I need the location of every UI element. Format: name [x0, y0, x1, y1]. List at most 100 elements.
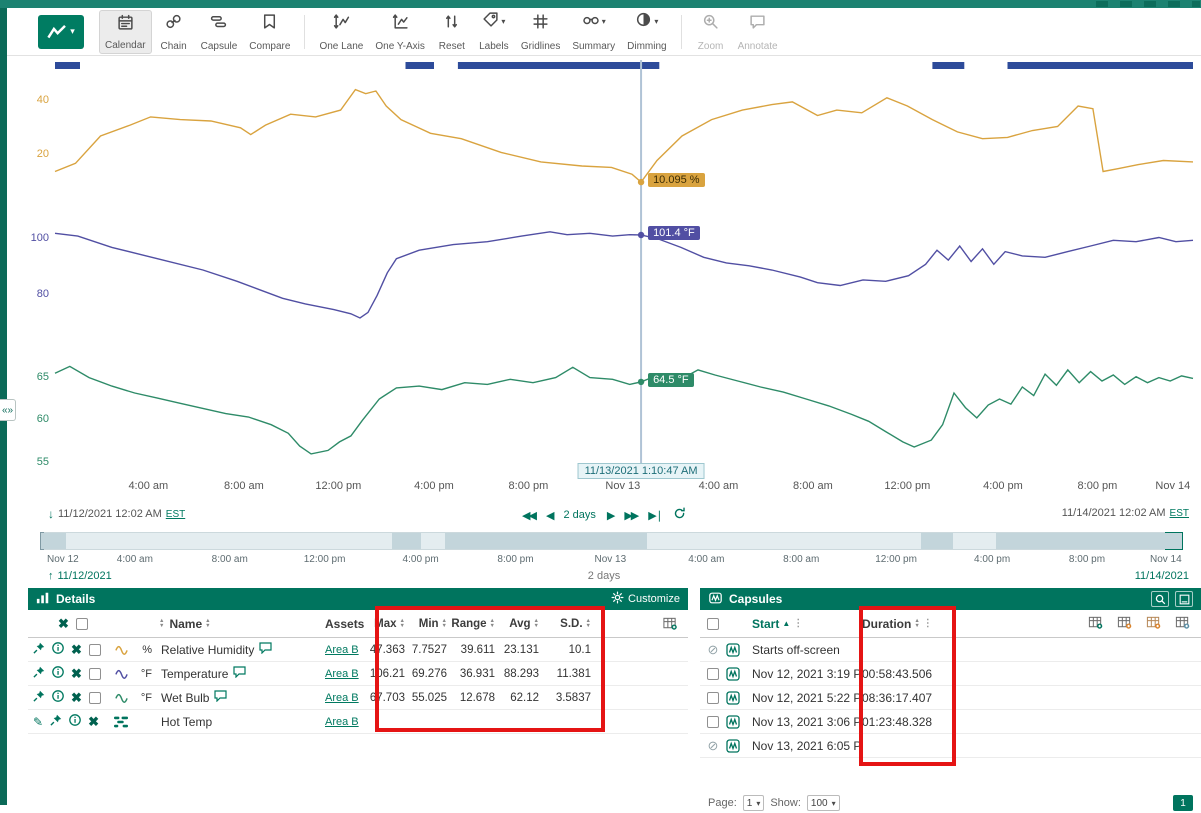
capsule-row[interactable]: Nov 13, 2021 3:06 PM 01:23:48.328 — [700, 710, 1201, 734]
column-header-start[interactable]: Start▲⋮ — [752, 617, 862, 631]
page-number-button[interactable]: 1 — [1173, 795, 1193, 811]
column-header-max[interactable]: Max▲▼ — [368, 618, 410, 630]
gridlines-icon — [532, 13, 549, 31]
sidebar-collapse-handle[interactable]: «» — [0, 399, 16, 421]
toolbar-button-capsule[interactable]: Capsule — [196, 10, 243, 54]
add-stat-column-button[interactable] — [1116, 615, 1133, 633]
column-header-assets[interactable]: Assets▲▼ — [325, 617, 368, 631]
toolbar-button-one-lane[interactable]: One Lane — [314, 10, 368, 54]
step-back-full-button[interactable]: ◀◀ — [522, 509, 535, 522]
comment-icon[interactable] — [259, 642, 272, 657]
step-forward-button[interactable]: ▶ — [607, 509, 613, 522]
row-checkbox[interactable] — [707, 716, 719, 728]
column-header-duration[interactable]: Duration▲▼⋮ — [862, 617, 966, 631]
capsule-row[interactable]: ⊘ Nov 13, 2021 6:05 PM — [700, 734, 1201, 758]
column-header-avg[interactable]: Avg▲▼ — [500, 618, 544, 630]
sort-icon[interactable]: ▲▼ — [159, 619, 164, 629]
remove-icon[interactable]: ✖ — [71, 692, 82, 704]
stat-sd: 3.5837 — [544, 692, 596, 704]
row-checkbox[interactable] — [89, 692, 101, 704]
step-back-button[interactable]: ◀ — [546, 509, 552, 522]
column-header-range[interactable]: Range▲▼ — [452, 618, 500, 630]
row-checkbox[interactable] — [89, 668, 101, 680]
capsules-panel: Capsules Start▲⋮ Duration▲▼⋮ ⊘ Starts of… — [700, 588, 1201, 805]
capsule-row[interactable]: Nov 12, 2021 5:22 PM 08:36:17.407 — [700, 686, 1201, 710]
remove-icon[interactable]: ✖ — [71, 668, 82, 680]
signal-name[interactable]: Temperature — [161, 667, 228, 681]
pin-icon[interactable] — [33, 666, 45, 681]
asset-link[interactable]: Area B — [325, 668, 359, 680]
details-row-temperature[interactable]: ✖ °F Temperature Area B 106.21 69.276 36… — [28, 662, 688, 686]
column-header-min[interactable]: Min▲▼ — [410, 618, 452, 630]
go-to-now-button[interactable]: ▶❘ — [648, 509, 662, 522]
toolbar-button-compare[interactable]: Compare — [244, 10, 295, 54]
capsule-row[interactable]: Nov 12, 2021 3:19 PM 00:58:43.506 — [700, 662, 1201, 686]
glasses-icon — [582, 11, 600, 33]
remove-icon[interactable]: ✖ — [88, 716, 99, 728]
info-icon[interactable] — [69, 714, 81, 729]
info-icon[interactable] — [52, 690, 64, 705]
search-button[interactable] — [1151, 591, 1169, 607]
toolbar-button-calendar[interactable]: Calendar — [99, 10, 152, 54]
range-duration-label[interactable]: 2 days — [563, 509, 595, 521]
refresh-button[interactable] — [673, 507, 686, 523]
x-tick-label: 4:00 am — [699, 480, 739, 492]
page-select[interactable]: 1▾ — [743, 795, 765, 811]
select-all-checkbox[interactable] — [76, 618, 88, 630]
asset-link[interactable]: Area B — [325, 716, 359, 728]
trend-chart[interactable]: 402010080656055 4:00 am8:00 am12:00 pm4:… — [7, 56, 1201, 504]
page-size-select[interactable]: 100▾ — [807, 795, 840, 811]
add-column-button[interactable] — [662, 616, 688, 631]
worksheet-view-menu-button[interactable]: ▾ — [38, 15, 84, 49]
info-icon[interactable] — [52, 642, 64, 657]
range-end-text: 11/14/2021 12:02 AM — [1062, 507, 1166, 519]
column-menu-icon[interactable]: ⋮ — [923, 618, 933, 629]
select-all-checkbox[interactable] — [707, 618, 719, 630]
row-checkbox[interactable] — [707, 668, 719, 680]
stat-sd: 10.1 — [544, 644, 596, 656]
customize-button[interactable]: Customize — [611, 591, 680, 607]
remove-icon[interactable]: ✖ — [71, 644, 82, 656]
sort-icon[interactable]: ▲▼ — [205, 619, 210, 629]
toolbar-button-reset[interactable]: Reset — [432, 10, 472, 54]
window-control-dot — [1096, 1, 1108, 7]
step-forward-full-button[interactable]: ▶▶ — [624, 509, 637, 522]
add-property-column-button[interactable] — [1145, 615, 1162, 633]
toolbar-button-labels[interactable]: ▾ Labels — [474, 10, 514, 54]
asset-link[interactable]: Area B — [325, 692, 359, 704]
toolbar-button-gridlines[interactable]: Gridlines — [516, 10, 565, 54]
pin-icon[interactable] — [50, 714, 62, 729]
stat-min: 7.7527 — [410, 644, 452, 656]
edit-pencil-icon[interactable]: ✎ — [33, 715, 43, 729]
signal-name[interactable]: Wet Bulb — [161, 691, 209, 705]
condition-name[interactable]: Hot Temp — [161, 715, 212, 729]
details-row-relative-humidity[interactable]: ✖ % Relative Humidity Area B 47.363 7.75… — [28, 638, 688, 662]
asset-link[interactable]: Area B — [325, 644, 359, 656]
pin-icon[interactable] — [33, 642, 45, 657]
details-row-hot-temp[interactable]: ✎ ✖ Hot Temp Area B — [28, 710, 688, 734]
capsule-row[interactable]: ⊘ Starts off-screen — [700, 638, 1201, 662]
toolbar-button-chain[interactable]: Chain — [154, 10, 194, 54]
remove-all-icon[interactable]: ✖ — [58, 618, 69, 630]
toolbar-button-dimming[interactable]: ▾ Dimming — [622, 10, 671, 54]
pin-icon[interactable] — [33, 690, 45, 705]
timezone-link[interactable]: EST — [1170, 508, 1189, 519]
toolbar-button-summary[interactable]: ▾ Summary — [567, 10, 620, 54]
column-menu-icon[interactable]: ⋮ — [793, 618, 803, 629]
row-checkbox[interactable] — [89, 644, 101, 656]
timebar-track[interactable] — [40, 532, 1183, 550]
signal-name[interactable]: Relative Humidity — [161, 643, 254, 657]
row-checkbox[interactable] — [707, 692, 719, 704]
add-column-button[interactable] — [1087, 615, 1104, 633]
info-icon[interactable] — [52, 666, 64, 681]
comment-icon[interactable] — [233, 666, 246, 681]
collapse-panel-button[interactable] — [1175, 591, 1193, 607]
column-header-name[interactable]: Name — [169, 617, 202, 631]
details-row-wet-bulb[interactable]: ✖ °F Wet Bulb Area B 67.703 55.025 12.67… — [28, 686, 688, 710]
toolbar-button-one-y-axis[interactable]: One Y-Axis — [370, 10, 429, 54]
details-panel-header: Details Customize — [28, 588, 688, 610]
add-grouping-column-button[interactable] — [1174, 615, 1191, 633]
column-header-sd[interactable]: S.D.▲▼ — [544, 618, 596, 630]
timezone-link[interactable]: EST — [166, 509, 185, 520]
comment-icon[interactable] — [214, 690, 227, 705]
